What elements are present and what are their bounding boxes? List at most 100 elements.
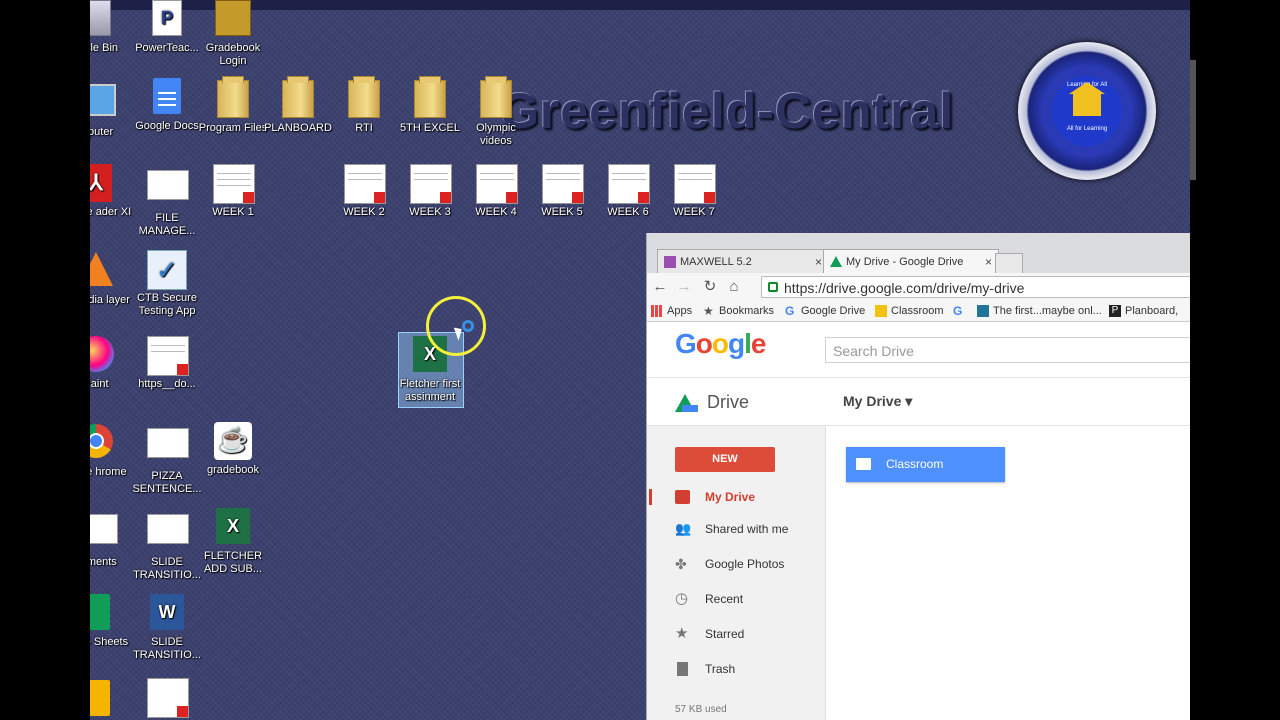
desktop-icon-week-1[interactable]: WEEK 1 — [197, 164, 269, 219]
icon-label: Program Files — [198, 122, 268, 134]
pdf-document-icon — [147, 678, 189, 718]
logo-letter: e — [750, 328, 767, 359]
nav-label: Shared with me — [705, 522, 789, 536]
desktop-icon-program-files[interactable]: Program Files — [197, 76, 269, 135]
ctb-icon: ✓ — [147, 250, 187, 290]
icon-label: PIZZA SENTENCE... — [132, 470, 202, 495]
nav-trash[interactable]: Trash — [647, 657, 825, 681]
desktop-icon-pdf-bottom[interactable] — [131, 678, 203, 720]
icon-label: gradebook — [207, 464, 259, 476]
pinwheel-icon: ✤ — [675, 556, 687, 572]
desktop-icon-recycle-bin[interactable]: cycle Bin — [90, 0, 132, 55]
tab-my-drive[interactable]: My Drive - Google Drive × — [823, 249, 999, 273]
desktop-icon-gradebook-login[interactable]: Gradebook Login — [197, 0, 269, 68]
desktop-icon-google-docs[interactable]: Google Docs — [131, 78, 203, 133]
google-logo[interactable]: Google — [675, 328, 767, 360]
folder-icon — [480, 76, 512, 118]
drive-favicon-icon — [830, 256, 842, 267]
nav-label: Trash — [705, 662, 736, 676]
bookmark-the-first[interactable]: The first...maybe onl... — [977, 304, 1102, 318]
desktop-icon-planboard[interactable]: PLANBOARD — [262, 76, 334, 135]
lock-icon — [768, 282, 778, 292]
forward-icon[interactable]: → — [675, 277, 693, 297]
paint-icon — [90, 336, 114, 372]
desktop-icon-ctb[interactable]: ✓ CTB Secure Testing App — [131, 250, 203, 318]
people-icon: 👥 — [675, 521, 692, 536]
desktop-icon-week-5[interactable]: WEEK 5 — [526, 164, 598, 219]
icon-label: WEEK 1 — [212, 206, 254, 218]
bookmark-bookmarks[interactable]: ★ Bookmarks — [703, 304, 774, 318]
desktop-icon-week-3[interactable]: WEEK 3 — [394, 164, 466, 219]
icon-label: SLIDE TRANSITIO... — [133, 556, 201, 581]
bookmark-classroom[interactable]: Classroom — [875, 304, 944, 318]
recycle-bin-icon — [90, 0, 111, 36]
close-icon[interactable]: × — [985, 250, 992, 274]
reload-icon[interactable]: ↻ — [701, 277, 719, 297]
nav-starred[interactable]: ★ Starred — [647, 622, 825, 646]
desktop-icon-powerteacher[interactable]: P PowerTeac... — [131, 0, 203, 55]
nav-label: Recent — [705, 592, 744, 606]
drive-title: Drive — [707, 392, 750, 412]
file-manager-icon — [147, 428, 189, 458]
bookmark-label: Planboard, — [1125, 305, 1179, 317]
bookmark-planboard[interactable]: P Planboard, — [1109, 304, 1178, 318]
nav-my-drive[interactable]: My Drive — [647, 485, 825, 509]
desktop-icon-slide-transition-1[interactable]: SLIDE TRANSITIO... — [131, 508, 203, 582]
new-tab-button[interactable] — [995, 253, 1023, 273]
desktop-icon-documents[interactable]: cuments — [90, 508, 132, 569]
busy-spinner-icon — [462, 320, 474, 332]
desktop-icon-week-4[interactable]: WEEK 4 — [460, 164, 532, 219]
new-button[interactable]: NEW — [675, 447, 775, 472]
desktop-icon-pizza[interactable]: PIZZA SENTENCE... — [131, 422, 203, 496]
desktop-icon-slide-transition-2[interactable]: W SLIDE TRANSITIO... — [131, 594, 203, 662]
icon-label: oogle Sheets — [90, 636, 129, 648]
folder-classroom[interactable]: Classroom — [846, 447, 1005, 482]
bookmark-google-drive[interactable]: G Google Drive — [785, 304, 865, 318]
pdf-document-icon — [674, 164, 716, 204]
icon-label: C media layer — [90, 294, 130, 306]
desktop-icon-vlc[interactable]: C media layer — [90, 250, 132, 307]
desktop-icon-file-manager[interactable]: FILE MANAGE... — [131, 164, 203, 238]
close-icon[interactable]: × — [815, 250, 822, 274]
desktop-icon-rti[interactable]: RTI — [328, 76, 400, 135]
desktop-icon-https-doc[interactable]: https__do... — [131, 336, 203, 391]
desktop-icon-week-6[interactable]: WEEK 6 — [592, 164, 664, 219]
documents-icon — [90, 514, 118, 544]
word-file-icon: W — [150, 594, 184, 630]
back-icon[interactable]: ← — [651, 277, 669, 297]
desktop-icon-adobe-reader[interactable]: ⅄ Adobe ader XI — [90, 164, 132, 219]
desktop-icon-google-drive[interactable] — [90, 680, 132, 720]
desktop-icon-google-sheets[interactable]: oogle Sheets — [90, 594, 132, 649]
powerteacher-icon: P — [152, 0, 182, 36]
desktop-icon-computer[interactable]: mputer — [90, 78, 132, 139]
vlc-icon — [90, 252, 113, 286]
tab-title: My Drive - Google Drive — [846, 256, 964, 268]
icon-label: cuments — [90, 556, 117, 568]
icon-label: Google Docs — [135, 120, 199, 132]
desktop-icon-olympic-videos[interactable]: Olympic videos — [460, 76, 532, 148]
nav-shared-with-me[interactable]: 👥 Shared with me — [647, 517, 825, 541]
folder-icon — [217, 76, 249, 118]
address-bar[interactable]: https://drive.google.com/drive/my-drive — [761, 276, 1190, 298]
nav-label: My Drive — [705, 490, 756, 504]
my-drive-dropdown[interactable]: My Drive ▾ — [843, 393, 912, 410]
logo-letter: l — [744, 328, 752, 359]
search-drive-input[interactable]: Search Drive — [825, 337, 1190, 363]
desktop-icon-week-2[interactable]: WEEK 2 — [328, 164, 400, 219]
tab-title: MAXWELL 5.2 — [680, 256, 752, 268]
bookmark-label: The first...maybe onl... — [993, 305, 1102, 317]
desktop-icon-chrome[interactable]: oogle hrome — [90, 422, 132, 479]
star-icon: ★ — [703, 304, 714, 318]
desktop-icon-5th-excel[interactable]: 5TH EXCEL — [394, 76, 466, 135]
desktop-icon-paint[interactable]: Paint — [90, 336, 132, 391]
desktop-icon-gradebook[interactable]: ☕ gradebook — [197, 422, 269, 477]
classroom-icon — [875, 305, 887, 317]
bookmark-apps[interactable]: Apps — [651, 304, 692, 318]
folder-icon — [348, 76, 380, 118]
nav-google-photos[interactable]: ✤ Google Photos — [647, 552, 825, 576]
nav-recent[interactable]: ◷ Recent — [647, 587, 825, 611]
desktop-icon-week-7[interactable]: WEEK 7 — [658, 164, 730, 219]
desktop-icon-fletcher-add-sub[interactable]: X FLETCHER ADD SUB... — [197, 508, 269, 576]
tab-maxwell[interactable]: MAXWELL 5.2 × — [657, 249, 829, 273]
home-icon[interactable]: ⌂ — [725, 277, 743, 297]
